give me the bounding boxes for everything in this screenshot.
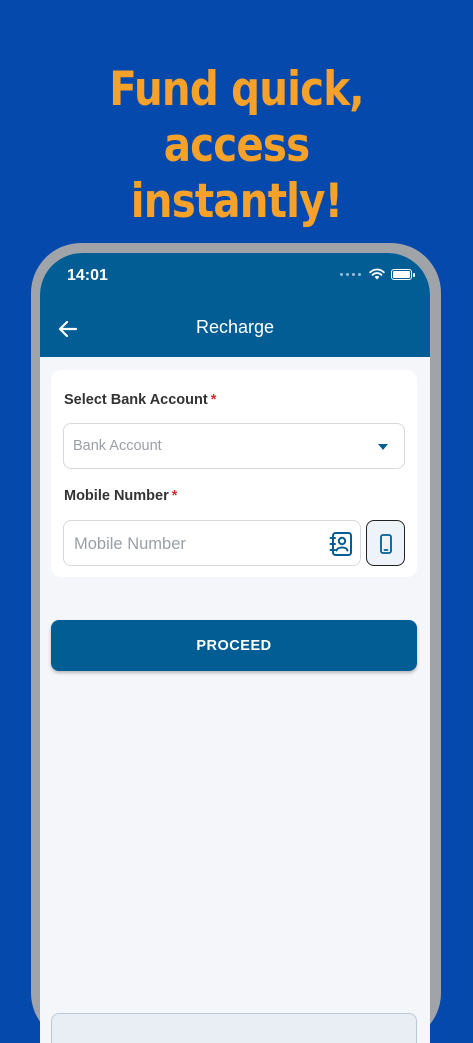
mobile-number-label-text: Mobile Number (64, 488, 169, 504)
promo-headline-line2: instantly! (130, 174, 343, 229)
contact-book-icon (329, 532, 352, 556)
signal-dots-icon (340, 272, 361, 276)
bank-account-label: Select Bank Account * (64, 392, 216, 408)
required-mark: * (171, 488, 178, 504)
status-time: 14:01 (67, 267, 108, 284)
chevron-down-icon (378, 444, 388, 450)
phone-screen: 14:01 Recharge Select Bank Account * Bank… (40, 253, 430, 1043)
wifi-icon (369, 268, 385, 280)
recharge-form-card: Select Bank Account * Bank Account Mobile… (51, 370, 417, 577)
required-mark: * (210, 392, 217, 408)
status-icons (340, 268, 415, 280)
app-bar: 14:01 Recharge (40, 253, 430, 357)
bank-account-placeholder: Bank Account (73, 438, 162, 454)
bank-account-select[interactable]: Bank Account (63, 423, 405, 469)
mobile-number-label: Mobile Number * (64, 488, 177, 504)
proceed-button[interactable]: PROCEED (51, 620, 417, 671)
battery-icon (391, 268, 415, 280)
mobile-phone-icon (380, 534, 392, 554)
mobile-number-input[interactable] (72, 521, 316, 567)
contact-picker-button[interactable] (328, 531, 354, 557)
mobile-number-field (63, 520, 361, 567)
my-number-button[interactable] (366, 520, 405, 566)
bottom-panel (51, 1013, 417, 1043)
promo-headline: Fund quick, access instantly! (33, 62, 440, 230)
page-title: Recharge (195, 317, 275, 337)
promo-headline-line1: Fund quick, access (109, 62, 364, 173)
bank-account-label-text: Select Bank Account (64, 392, 208, 408)
